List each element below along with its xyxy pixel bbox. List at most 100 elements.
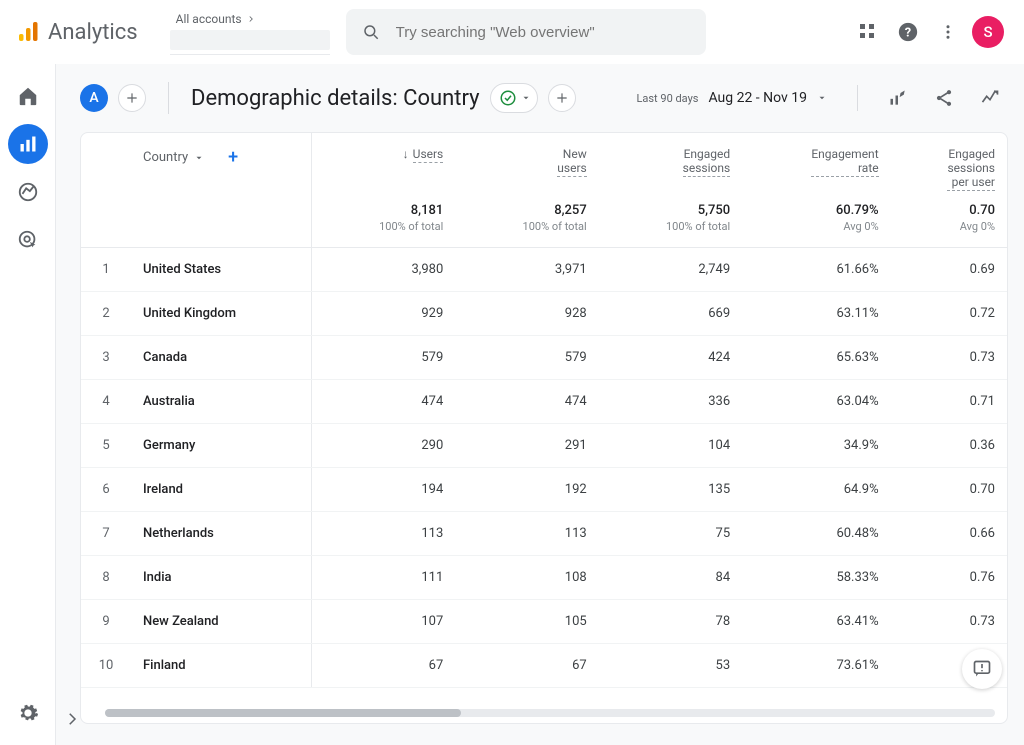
row-metric: 0.73 — [891, 600, 1007, 644]
date-range-picker[interactable]: Last 90 days Aug 22 - Nov 19 — [628, 86, 835, 110]
row-metric: 73.61% — [742, 644, 890, 688]
search-box[interactable] — [346, 9, 706, 55]
add-filter-button[interactable] — [548, 84, 576, 112]
product-name: Analytics — [48, 20, 138, 45]
row-metric: 3,980 — [311, 248, 455, 292]
row-metric: 67 — [311, 644, 455, 688]
row-metric: 61.66% — [742, 248, 890, 292]
nav-home[interactable] — [8, 76, 48, 116]
row-country: Finland — [131, 644, 311, 688]
dimension-picker[interactable]: Country + — [143, 147, 299, 168]
caret-down-icon — [817, 93, 827, 103]
row-index: 1 — [81, 248, 131, 292]
plus-icon — [125, 91, 139, 105]
table-row[interactable]: 4Australia47447433663.04%0.71 — [81, 380, 1007, 424]
table-row[interactable]: 8India1111088458.33%0.76 — [81, 556, 1007, 600]
row-metric: 63.11% — [742, 292, 890, 336]
horizontal-scrollbar[interactable] — [105, 709, 995, 717]
col-header-sessions-per-user[interactable]: Engaged sessions per user — [891, 133, 1007, 197]
row-metric: 63.41% — [742, 600, 890, 644]
share-icon — [934, 88, 954, 108]
page-content: A Demographic details: Country Last 90 d… — [56, 64, 1024, 745]
row-metric: 58.33% — [742, 556, 890, 600]
status-pill[interactable] — [490, 83, 538, 113]
row-country: Ireland — [131, 468, 311, 512]
row-metric: 579 — [311, 336, 455, 380]
row-metric: 108 — [455, 556, 598, 600]
account-picker[interactable]: All accounts — [170, 10, 330, 55]
row-country: India — [131, 556, 311, 600]
share-button[interactable] — [926, 80, 962, 116]
row-metric: 0.71 — [891, 380, 1007, 424]
table-row[interactable]: 3Canada57957942465.63%0.73 — [81, 336, 1007, 380]
search-input[interactable] — [396, 24, 690, 41]
table-row[interactable]: 5Germany29029110434.9%0.36 — [81, 424, 1007, 468]
chevron-right-icon — [63, 710, 81, 728]
sort-desc-icon: ↓ — [403, 147, 409, 161]
row-index: 9 — [81, 600, 131, 644]
row-country: United Kingdom — [131, 292, 311, 336]
table-scroll[interactable]: Country + ↓Users New users Engaged sessi… — [81, 133, 1007, 723]
row-metric: 928 — [455, 292, 598, 336]
row-metric: 424 — [599, 336, 742, 380]
more-menu-button[interactable] — [928, 12, 968, 52]
analytics-logo-icon — [16, 20, 40, 44]
row-index: 7 — [81, 512, 131, 556]
row-country: New Zealand — [131, 600, 311, 644]
explore-icon — [17, 181, 39, 203]
row-metric: 67 — [455, 644, 598, 688]
help-button[interactable]: ? — [888, 12, 928, 52]
row-index: 4 — [81, 380, 131, 424]
add-comparison-button[interactable] — [118, 84, 146, 112]
row-metric: 113 — [311, 512, 455, 556]
insights-button[interactable] — [972, 80, 1008, 116]
table-row[interactable]: 1United States3,9803,9712,74961.66%0.69 — [81, 248, 1007, 292]
col-header-engagement-rate[interactable]: Engagement rate — [742, 133, 890, 197]
segment-chip[interactable]: A — [80, 84, 108, 112]
row-metric: 135 — [599, 468, 742, 512]
totals-row: 8,181 8,257 5,750 60.79% 0.70 — [81, 197, 1007, 220]
apps-button[interactable] — [848, 12, 888, 52]
nav-reports[interactable] — [8, 124, 48, 164]
row-metric: 111 — [311, 556, 455, 600]
expand-rail-button[interactable] — [58, 705, 86, 733]
edit-chart-icon — [888, 88, 908, 108]
nav-explore[interactable] — [8, 172, 48, 212]
col-header-users[interactable]: ↓Users — [311, 133, 455, 197]
account-avatar[interactable]: S — [968, 12, 1008, 52]
help-icon: ? — [897, 21, 919, 43]
gear-icon — [17, 702, 39, 724]
row-metric: 2,749 — [599, 248, 742, 292]
table-row[interactable]: 7Netherlands1131137560.48%0.66 — [81, 512, 1007, 556]
scrollbar-thumb[interactable] — [105, 709, 461, 717]
nav-advertising[interactable] — [8, 220, 48, 260]
row-metric: 336 — [599, 380, 742, 424]
dimension-label: Country — [143, 150, 188, 165]
edit-report-button[interactable] — [880, 80, 916, 116]
date-range-text: Aug 22 - Nov 19 — [708, 90, 807, 106]
row-metric: 78 — [599, 600, 742, 644]
row-metric: 3,971 — [455, 248, 598, 292]
chevron-right-icon — [246, 14, 256, 24]
divider — [857, 85, 858, 111]
col-header-new-users[interactable]: New users — [455, 133, 598, 197]
table-row[interactable]: 10Finland67675373.61%0.79 — [81, 644, 1007, 688]
row-metric: 84 — [599, 556, 742, 600]
table-row[interactable]: 6Ireland19419213564.9%0.70 — [81, 468, 1007, 512]
row-metric: 64.9% — [742, 468, 890, 512]
row-metric: 0.66 — [891, 512, 1007, 556]
row-index: 3 — [81, 336, 131, 380]
table-row[interactable]: 9New Zealand1071057863.41%0.73 — [81, 600, 1007, 644]
row-index: 8 — [81, 556, 131, 600]
check-circle-icon — [499, 89, 517, 107]
add-dimension-button[interactable]: + — [228, 147, 238, 168]
col-header-engaged-sessions[interactable]: Engaged sessions — [599, 133, 742, 197]
row-metric: 104 — [599, 424, 742, 468]
feedback-button[interactable] — [962, 649, 1002, 689]
row-country: Australia — [131, 380, 311, 424]
search-icon — [362, 22, 380, 42]
totals-subtext-row: 100% of total 100% of total 100% of tota… — [81, 220, 1007, 248]
table-row[interactable]: 2United Kingdom92992866963.11%0.72 — [81, 292, 1007, 336]
nav-admin[interactable] — [8, 693, 48, 733]
product-logo[interactable]: Analytics — [16, 20, 138, 45]
